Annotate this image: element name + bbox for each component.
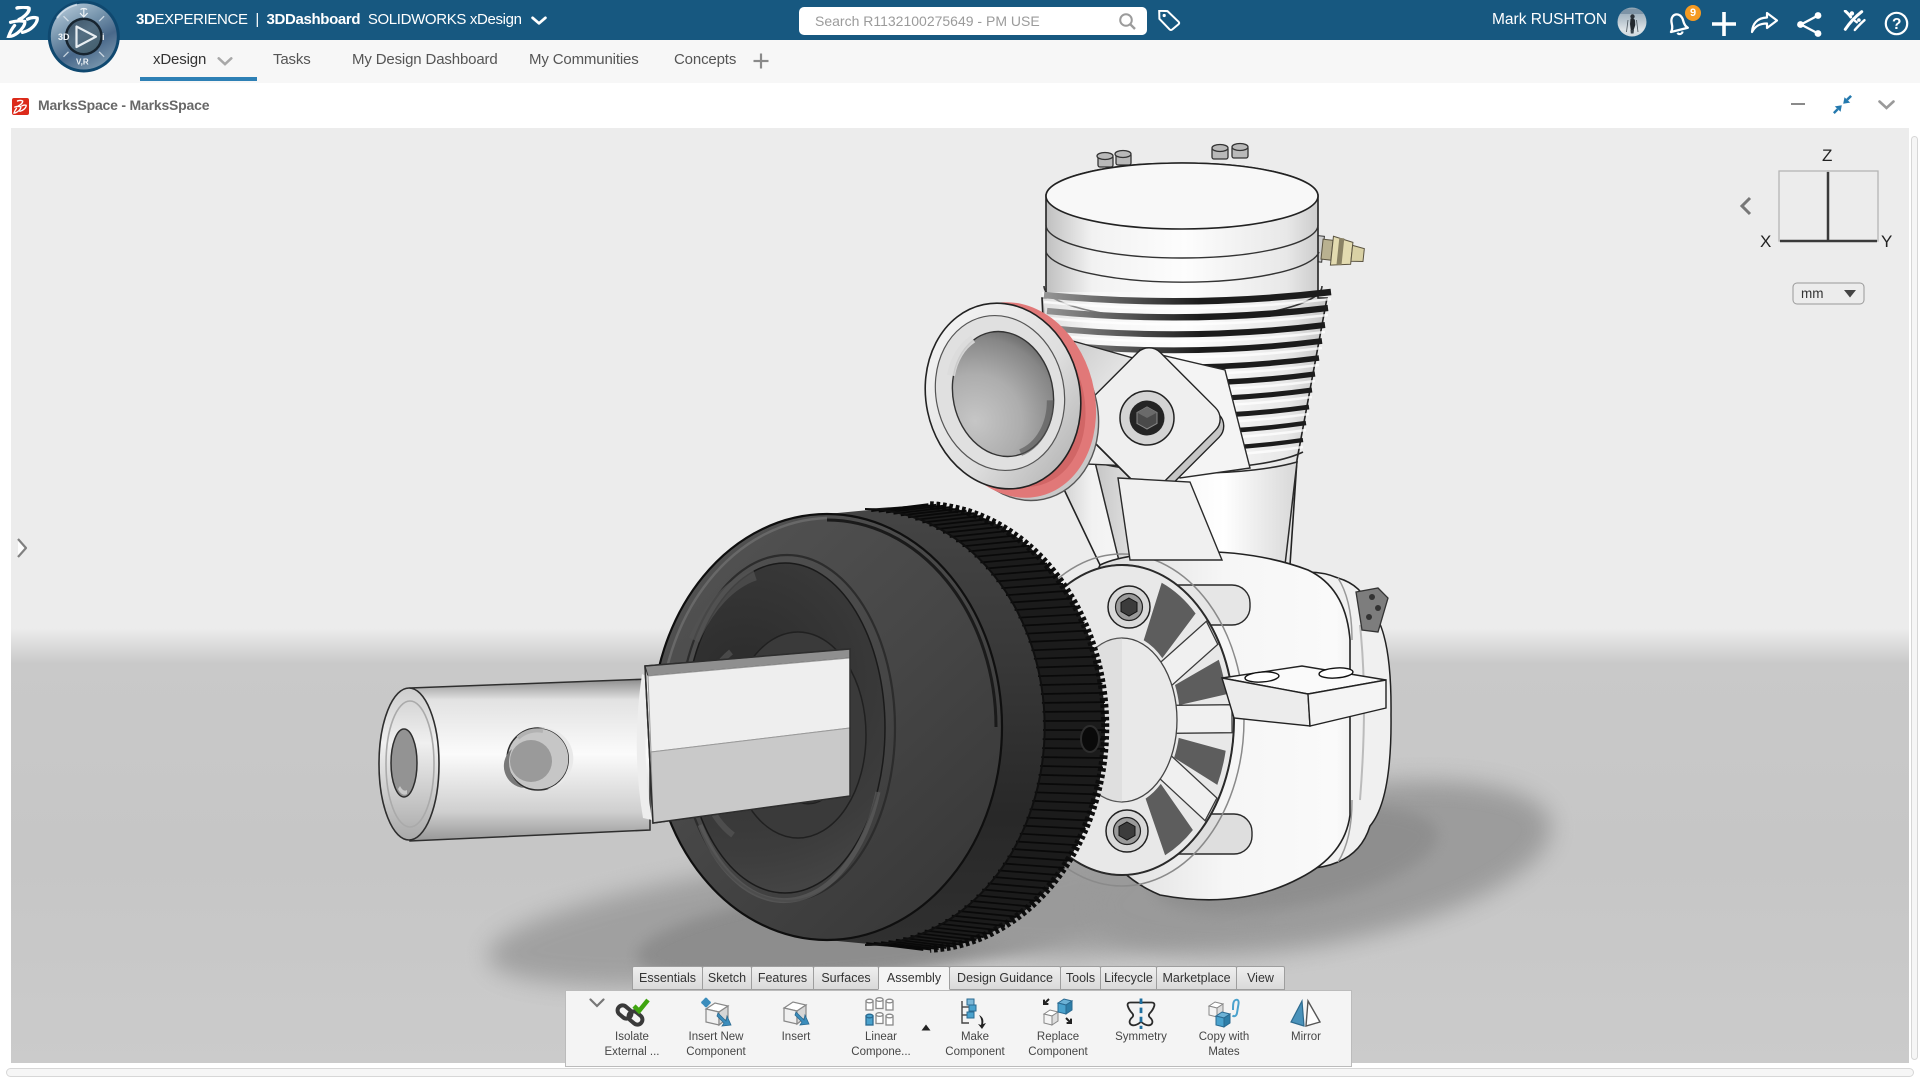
svg-text:3D: 3D (58, 32, 70, 42)
svg-text:i: i (102, 32, 105, 42)
svg-text:mm: mm (1801, 286, 1824, 301)
svg-text:?: ? (1892, 16, 1901, 33)
svg-text:X: X (1760, 232, 1771, 251)
svg-text:Y: Y (1881, 232, 1892, 251)
svg-text:Z: Z (1822, 146, 1832, 165)
svg-text:V,R: V,R (76, 58, 89, 67)
